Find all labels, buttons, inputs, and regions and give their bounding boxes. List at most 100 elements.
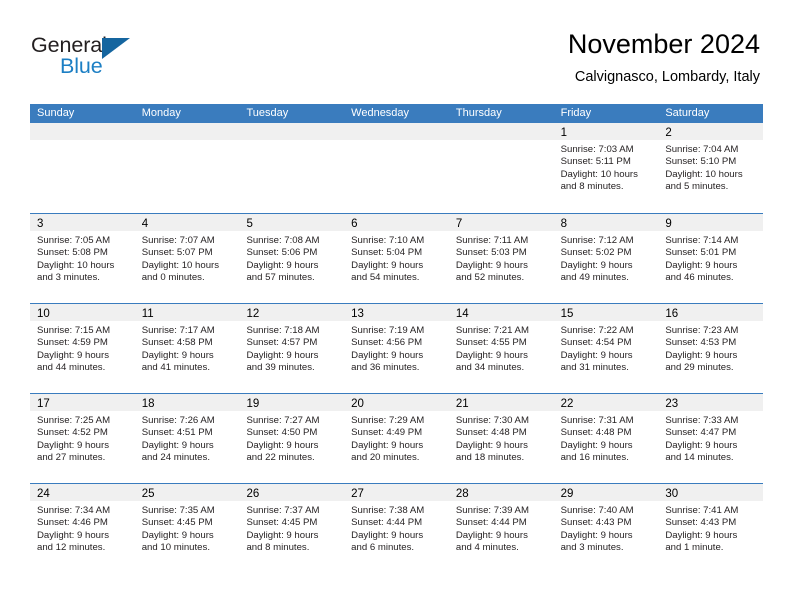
day-number-band: 14 bbox=[448, 304, 554, 321]
day-number: 12 bbox=[246, 308, 260, 320]
day-number-band: 13 bbox=[344, 304, 449, 321]
daylight-text-line1: Daylight: 9 hours bbox=[560, 529, 633, 541]
calendar-day-cell[interactable]: 17 Sunrise: 7:25 AM Sunset: 4:52 PM Dayligh… bbox=[30, 394, 135, 483]
weekday-header-row: Sunday Monday Tuesday Wednesday Thursday… bbox=[30, 104, 763, 123]
calendar-grid: Sunday Monday Tuesday Wednesday Thursday… bbox=[30, 104, 764, 573]
daylight-text-line1: Daylight: 10 hours bbox=[560, 168, 638, 180]
daylight-text-line1: Daylight: 9 hours bbox=[246, 529, 319, 541]
daylight-text-line2: and 3 minutes. bbox=[37, 272, 100, 284]
day-number-band bbox=[344, 123, 449, 140]
location-subtitle: Calvignasco, Lombardy, Italy bbox=[574, 69, 760, 85]
sunset-text: Sunset: 5:02 PM bbox=[560, 247, 632, 259]
sunset-text: Sunset: 4:50 PM bbox=[246, 427, 318, 439]
calendar-day-cell[interactable]: 18 Sunrise: 7:26 AM Sunset: 4:51 PM Dayligh… bbox=[134, 394, 240, 483]
daylight-text-line1: Daylight: 10 hours bbox=[665, 168, 743, 180]
calendar-day-cell[interactable]: 6 Sunrise: 7:10 AM Sunset: 5:04 PM Daylight… bbox=[344, 214, 449, 303]
day-number-band bbox=[448, 123, 554, 140]
day-number: 6 bbox=[351, 218, 358, 230]
daylight-text-line1: Daylight: 9 hours bbox=[351, 529, 424, 541]
calendar-day-cell[interactable]: 27 Sunrise: 7:38 AM Sunset: 4:44 PM Dayligh… bbox=[344, 484, 449, 573]
day-number-band: 25 bbox=[134, 484, 240, 501]
day-sun-info: Sunrise: 7:22 AM Sunset: 4:54 PM Daylight:… bbox=[554, 321, 659, 375]
calendar-day-cell[interactable]: 30 Sunrise: 7:41 AM Sunset: 4:43 PM Dayligh… bbox=[658, 484, 764, 573]
calendar-day-cell[interactable]: 15 Sunrise: 7:22 AM Sunset: 4:54 PM Dayligh… bbox=[553, 304, 659, 393]
calendar-day-cell[interactable]: 19 Sunrise: 7:27 AM Sunset: 4:50 PM Dayligh… bbox=[239, 394, 345, 483]
day-number: 30 bbox=[665, 488, 679, 500]
daylight-text-line2: and 57 minutes. bbox=[246, 272, 315, 284]
calendar-day-cell[interactable]: 8 Sunrise: 7:12 AM Sunset: 5:02 PM Daylight… bbox=[553, 214, 659, 303]
day-number-band: 27 bbox=[344, 484, 449, 501]
day-number-band: 29 bbox=[553, 484, 659, 501]
day-number-band: 30 bbox=[658, 484, 764, 501]
daylight-text-line2: and 49 minutes. bbox=[560, 272, 629, 284]
calendar-day-cell[interactable]: 11 Sunrise: 7:17 AM Sunset: 4:58 PM Dayligh… bbox=[134, 304, 240, 393]
daylight-text-line2: and 27 minutes. bbox=[37, 452, 106, 464]
calendar-day-cell[interactable]: 14 Sunrise: 7:21 AM Sunset: 4:55 PM Dayligh… bbox=[448, 304, 554, 393]
calendar-day-cell[interactable]: 25 Sunrise: 7:35 AM Sunset: 4:45 PM Dayligh… bbox=[134, 484, 240, 573]
day-number: 5 bbox=[246, 218, 253, 230]
calendar-day-cell[interactable]: 1 Sunrise: 7:03 AM Sunset: 5:11 PM Daylight… bbox=[553, 123, 659, 213]
sunset-text: Sunset: 4:53 PM bbox=[665, 337, 737, 349]
day-number: 28 bbox=[455, 488, 469, 500]
daylight-text-line2: and 18 minutes. bbox=[455, 452, 525, 464]
daylight-text-line1: Daylight: 9 hours bbox=[665, 259, 738, 271]
daylight-text-line2: and 31 minutes. bbox=[560, 362, 629, 374]
calendar-day-cell[interactable]: 10 Sunrise: 7:15 AM Sunset: 4:59 PM Dayligh… bbox=[30, 304, 135, 393]
calendar-day-cell-empty bbox=[134, 123, 240, 213]
calendar-day-cell[interactable]: 16 Sunrise: 7:23 AM Sunset: 4:53 PM Dayligh… bbox=[658, 304, 764, 393]
daylight-text-line1: Daylight: 9 hours bbox=[141, 349, 214, 361]
calendar-day-cell[interactable]: 24 Sunrise: 7:34 AM Sunset: 4:46 PM Dayligh… bbox=[30, 484, 135, 573]
calendar-day-cell[interactable]: 3 Sunrise: 7:05 AM Sunset: 5:08 PM Daylight… bbox=[30, 214, 135, 303]
day-number: 23 bbox=[665, 398, 679, 410]
sunset-text: Sunset: 5:10 PM bbox=[665, 156, 737, 168]
day-number: 17 bbox=[37, 398, 50, 410]
daylight-text-line1: Daylight: 9 hours bbox=[560, 349, 633, 361]
day-sun-info: Sunrise: 7:14 AM Sunset: 5:01 PM Daylight:… bbox=[658, 231, 763, 285]
daylight-text-line2: and 22 minutes. bbox=[246, 452, 315, 464]
weekday-header-sunday: Sunday bbox=[37, 107, 75, 119]
day-number-band: 8 bbox=[553, 214, 659, 231]
calendar-day-cell[interactable]: 2 Sunrise: 7:04 AM Sunset: 5:10 PM Daylight… bbox=[658, 123, 764, 213]
calendar-day-cell[interactable]: 12 Sunrise: 7:18 AM Sunset: 4:57 PM Dayligh… bbox=[239, 304, 345, 393]
calendar-day-cell[interactable]: 5 Sunrise: 7:08 AM Sunset: 5:06 PM Daylight… bbox=[239, 214, 345, 303]
calendar-day-cell[interactable]: 4 Sunrise: 7:07 AM Sunset: 5:07 PM Daylight… bbox=[134, 214, 240, 303]
calendar-day-cell[interactable]: 26 Sunrise: 7:37 AM Sunset: 4:45 PM Dayligh… bbox=[239, 484, 345, 573]
calendar-day-cell-empty bbox=[448, 123, 554, 213]
daylight-text-line2: and 29 minutes. bbox=[665, 362, 734, 374]
daylight-text-line1: Daylight: 9 hours bbox=[455, 439, 528, 451]
day-sun-info: Sunrise: 7:27 AM Sunset: 4:50 PM Daylight:… bbox=[239, 411, 344, 465]
day-sun-info: Sunrise: 7:07 AM Sunset: 5:07 PM Daylight:… bbox=[135, 231, 240, 285]
weekday-header-saturday: Saturday bbox=[665, 107, 710, 119]
calendar-day-cell[interactable]: 21 Sunrise: 7:30 AM Sunset: 4:48 PM Dayligh… bbox=[448, 394, 554, 483]
sunset-text: Sunset: 4:45 PM bbox=[246, 517, 318, 529]
calendar-day-cell[interactable]: 7 Sunrise: 7:11 AM Sunset: 5:03 PM Daylight… bbox=[448, 214, 554, 303]
calendar-week-row: 3 Sunrise: 7:05 AM Sunset: 5:08 PM Daylight… bbox=[30, 213, 764, 303]
general-blue-logo[interactable]: General Blue bbox=[31, 33, 231, 83]
calendar-day-cell[interactable]: 29 Sunrise: 7:40 AM Sunset: 4:43 PM Dayligh… bbox=[553, 484, 659, 573]
day-number-band: 18 bbox=[134, 394, 240, 411]
sunset-text: Sunset: 4:44 PM bbox=[351, 517, 423, 529]
calendar-week-row: 17 Sunrise: 7:25 AM Sunset: 4:52 PM Dayligh… bbox=[30, 393, 764, 483]
day-sun-info: Sunrise: 7:37 AM Sunset: 4:45 PM Daylight:… bbox=[239, 501, 344, 555]
page-title: November 2024 bbox=[567, 29, 760, 59]
daylight-text-line1: Daylight: 9 hours bbox=[455, 259, 528, 271]
sunrise-text: Sunrise: 7:05 AM bbox=[37, 235, 111, 246]
day-number-band: 2 bbox=[658, 123, 764, 140]
calendar-day-cell[interactable]: 9 Sunrise: 7:14 AM Sunset: 5:01 PM Daylight… bbox=[658, 214, 764, 303]
daylight-text-line1: Daylight: 9 hours bbox=[37, 439, 109, 451]
daylight-text-line1: Daylight: 9 hours bbox=[455, 349, 528, 361]
calendar-day-cell[interactable]: 23 Sunrise: 7:33 AM Sunset: 4:47 PM Dayligh… bbox=[658, 394, 764, 483]
calendar-day-cell[interactable]: 28 Sunrise: 7:39 AM Sunset: 4:44 PM Dayligh… bbox=[448, 484, 554, 573]
daylight-text-line2: and 1 minute. bbox=[665, 542, 724, 554]
sunset-text: Sunset: 5:06 PM bbox=[246, 247, 318, 259]
calendar-day-cell[interactable]: 13 Sunrise: 7:19 AM Sunset: 4:56 PM Dayligh… bbox=[344, 304, 449, 393]
day-number-band: 17 bbox=[30, 394, 135, 411]
calendar-day-cell[interactable]: 22 Sunrise: 7:31 AM Sunset: 4:48 PM Dayligh… bbox=[553, 394, 659, 483]
daylight-text-line2: and 20 minutes. bbox=[351, 452, 420, 464]
calendar-day-cell[interactable]: 20 Sunrise: 7:29 AM Sunset: 4:49 PM Dayligh… bbox=[344, 394, 449, 483]
sunset-text: Sunset: 4:51 PM bbox=[141, 427, 213, 439]
day-sun-info: Sunrise: 7:33 AM Sunset: 4:47 PM Daylight:… bbox=[658, 411, 763, 465]
sunrise-text: Sunrise: 7:41 AM bbox=[665, 505, 739, 516]
sunrise-text: Sunrise: 7:22 AM bbox=[560, 325, 634, 336]
sunset-text: Sunset: 4:43 PM bbox=[665, 517, 737, 529]
